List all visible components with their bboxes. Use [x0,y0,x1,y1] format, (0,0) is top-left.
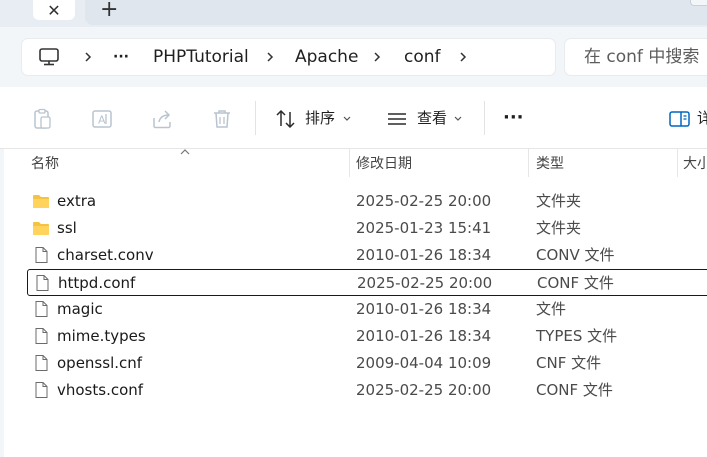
file-date: 2009-04-04 10:09 [356,354,492,372]
file-type: 文件夹 [536,192,582,210]
chevron-right-icon[interactable] [455,49,471,65]
close-tab-button[interactable]: ✕ [33,0,75,20]
file-type: TYPES 文件 [536,327,618,345]
chevron-down-icon[interactable] [453,114,463,124]
chevron-down-icon[interactable] [342,114,352,124]
file-icon [32,381,50,399]
sort-ascending-icon [180,149,190,155]
chevron-right-icon[interactable] [122,49,138,65]
rename-icon[interactable]: A [90,107,114,131]
svg-text:A: A [98,114,106,127]
file-icon [32,327,50,345]
view-icon[interactable] [385,107,409,131]
details-pane-icon[interactable] [668,107,692,131]
sort-button[interactable]: 排序 [305,87,335,149]
search-input[interactable]: 在 conf 中搜索 [565,39,707,75]
file-date: 2025-02-25 20:00 [356,192,492,210]
file-date: 2025-02-25 20:00 [357,274,493,292]
column-header-size-label: 大小 [683,156,707,172]
column-header-name-label: 名称 [31,156,59,172]
tab-strip: ✕ + [0,0,707,27]
file-name[interactable]: httpd.conf [58,270,135,297]
file-type: CONV 文件 [536,246,615,264]
breadcrumb[interactable]: ··· PHPTutorial Apache conf [22,39,555,75]
sort-icon[interactable] [274,107,298,131]
file-name[interactable]: openssl.cnf [57,350,142,377]
file-name[interactable]: charset.conv [57,242,154,269]
breadcrumb-item-conf[interactable]: conf [404,39,441,75]
column-header-type-label: 类型 [536,156,564,172]
breadcrumb-item-apache[interactable]: Apache [295,39,358,75]
search-placeholder: 在 conf 中搜索 [584,47,700,67]
file-row[interactable]: httpd.conf 2025-02-25 20:00 CONF 文件 [27,269,707,296]
column-header-type[interactable]: 类型 [529,149,677,177]
toolbar-divider [484,101,485,135]
file-row[interactable]: vhosts.conf 2025-02-25 20:00 CONF 文件 [27,377,707,404]
file-date: 2025-01-23 15:41 [356,219,492,237]
breadcrumb-item-phptutorial[interactable]: PHPTutorial [153,39,249,75]
file-date: 2025-02-25 20:00 [356,381,492,399]
file-row[interactable]: ssl 2025-01-23 15:41 文件夹 [27,215,707,242]
share-icon[interactable] [150,107,174,131]
file-type: CONF 文件 [537,274,614,292]
chevron-right-icon[interactable] [80,49,96,65]
file-name[interactable]: extra [57,188,96,215]
details-button[interactable]: 详 [697,87,707,149]
file-type: CONF 文件 [536,381,613,399]
file-row[interactable]: extra 2025-02-25 20:00 文件夹 [27,188,707,215]
address-bar-row: ··· PHPTutorial Apache conf 在 conf 中搜索 [0,27,707,87]
column-header-size[interactable]: 大小 [678,149,707,177]
column-header-name[interactable]: 名称 [28,149,348,177]
tab-edge [690,0,707,6]
navigation-pane-edge [0,149,4,457]
file-name[interactable]: mime.types [57,323,146,350]
new-tab-button[interactable]: + [100,0,118,21]
file-type: 文件夹 [536,219,582,237]
command-bar: A 排序 查看 ··· 详 [0,87,707,149]
view-button[interactable]: 查看 [417,87,447,149]
file-type: 文件 [536,300,567,318]
paste-icon[interactable] [30,107,54,131]
folder-icon [32,219,50,237]
file-name[interactable]: ssl [57,215,77,242]
file-name[interactable]: vhosts.conf [57,377,143,404]
file-date: 2010-01-26 18:34 [356,327,492,345]
file-icon [32,246,50,264]
file-icon [33,274,51,292]
toolbar-divider [255,101,256,135]
file-row[interactable]: magic 2010-01-26 18:34 文件 [27,296,707,323]
computer-icon[interactable] [38,47,60,67]
file-date: 2010-01-26 18:34 [356,246,492,264]
chevron-right-icon[interactable] [262,49,278,65]
file-icon [32,300,50,318]
close-icon: ✕ [47,0,61,20]
column-header-date[interactable]: 修改日期 [350,149,528,177]
delete-icon[interactable] [210,107,234,131]
folder-icon [32,192,50,210]
file-date: 2010-01-26 18:34 [356,300,492,318]
file-row[interactable]: mime.types 2010-01-26 18:34 TYPES 文件 [27,323,707,350]
chevron-right-icon[interactable] [369,49,385,65]
column-header-date-label: 修改日期 [356,156,412,172]
new-tab-area: + [85,0,707,25]
file-row[interactable]: charset.conv 2010-01-26 18:34 CONV 文件 [27,242,707,269]
file-icon [32,354,50,372]
file-type: CNF 文件 [536,354,602,372]
more-options-button[interactable]: ··· [503,87,524,149]
file-name[interactable]: magic [57,296,103,323]
file-row[interactable]: openssl.cnf 2009-04-04 10:09 CNF 文件 [27,350,707,377]
